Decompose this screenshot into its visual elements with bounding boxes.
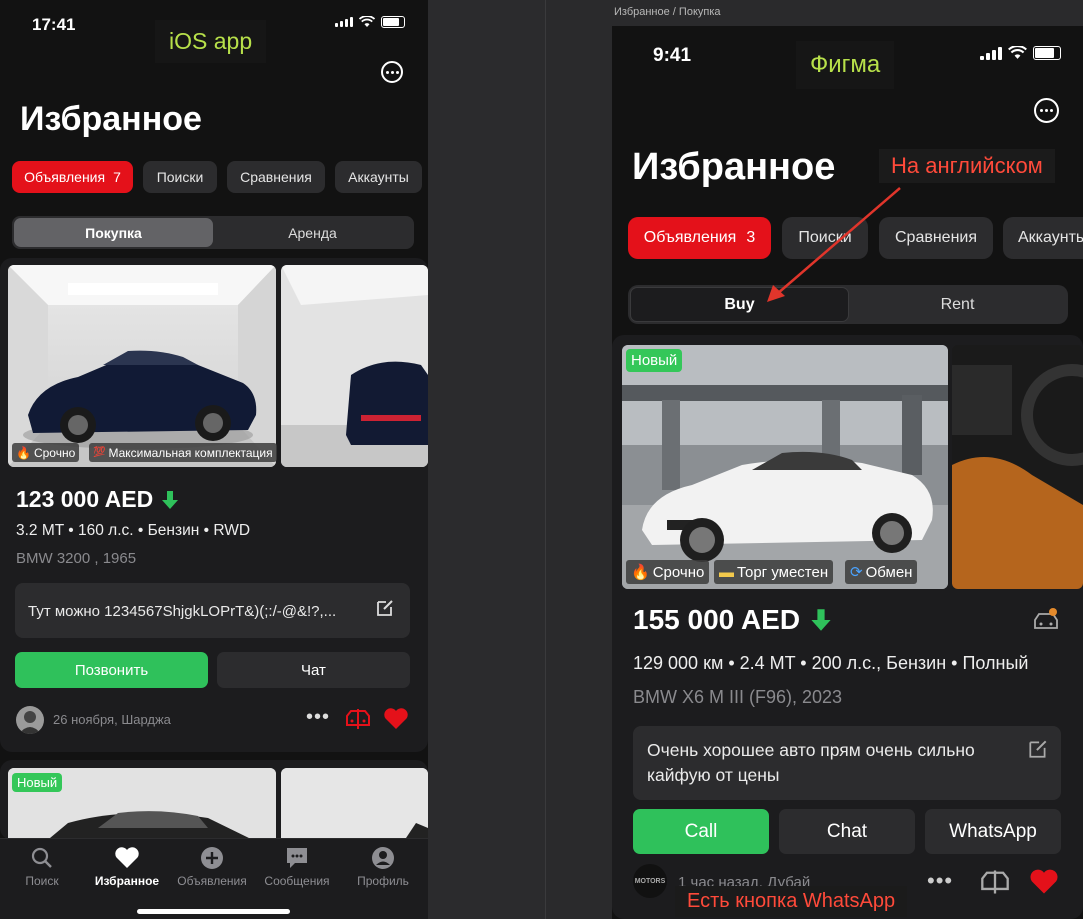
- car-model: BMW 3200 , 1965: [16, 550, 137, 567]
- car-check-icon[interactable]: [1032, 606, 1060, 632]
- chat-bubble-icon: [287, 848, 307, 868]
- avatar[interactable]: [16, 706, 44, 734]
- tab-listings[interactable]: Объявления 7: [12, 161, 133, 193]
- search-icon: [31, 847, 52, 868]
- page-title: Избранное: [20, 100, 202, 138]
- separator: [428, 0, 545, 919]
- price: 155 000 AED: [633, 604, 832, 636]
- hundred-icon: 💯: [93, 447, 106, 458]
- price-down-arrow-icon: [162, 490, 179, 509]
- call-button[interactable]: Позвонить: [15, 652, 208, 688]
- dealer-avatar[interactable]: MOTORS: [633, 864, 667, 898]
- home-indicator: [137, 909, 290, 914]
- fire-icon: 🔥: [631, 564, 650, 581]
- heart-icon[interactable]: [383, 707, 409, 731]
- badge-full-equipment: 💯 Максимальная комплектация: [89, 443, 277, 462]
- more-dots-button[interactable]: •••: [927, 868, 953, 894]
- note-box[interactable]: Тут можно 1234567ShjgkLOPrT&)(;:/-@&!?,.…: [15, 583, 410, 638]
- car-photo-2[interactable]: [952, 345, 1083, 589]
- badge-urgent: 🔥 Срочно: [12, 443, 80, 462]
- profile-icon: [372, 847, 394, 869]
- figma-breadcrumb: Избранное / Покупка: [614, 6, 721, 18]
- car-specs: 129 000 км • 2.4 MT • 200 л.с., Бензин •…: [633, 653, 1029, 673]
- exchange-icon: ⟳: [850, 564, 863, 581]
- badge-new: Новый: [626, 349, 683, 372]
- badge-new: Новый: [12, 773, 63, 792]
- price: 123 000 AED: [16, 486, 179, 513]
- car-specs: 3.2 MT • 160 л.с. • Бензин • RWD: [16, 522, 251, 539]
- tab-searches[interactable]: Поиски: [143, 161, 217, 193]
- chat-button[interactable]: Чат: [217, 652, 410, 688]
- car-model: BMW X6 M III (F96), 2023: [633, 687, 843, 707]
- tabbar-messages[interactable]: Сообщения: [262, 846, 332, 888]
- more-options-button[interactable]: [381, 61, 403, 83]
- ticket-icon: ▬: [719, 563, 734, 581]
- call-button[interactable]: Call: [633, 809, 769, 854]
- car-photo-2[interactable]: [281, 265, 428, 467]
- chat-button[interactable]: Chat: [779, 809, 915, 854]
- edit-icon[interactable]: [375, 598, 395, 618]
- annotation-whatsapp: Есть кнопка WhatsApp: [675, 886, 908, 917]
- tabbar-listings[interactable]: Объявления: [175, 846, 249, 888]
- badge-exchange: ⟳ Обмен: [845, 560, 918, 584]
- battery-icon: [381, 16, 405, 28]
- whatsapp-button[interactable]: WhatsApp: [925, 809, 1061, 854]
- segment-rent[interactable]: Аренда: [213, 218, 412, 247]
- tab-comparisons[interactable]: Сравнения: [227, 161, 325, 193]
- wifi-icon: [359, 16, 375, 27]
- compare-car-icon[interactable]: [345, 708, 371, 730]
- price-down-arrow-icon: [811, 609, 831, 631]
- tab-count: 7: [113, 169, 121, 185]
- note-text: Тут можно 1234567ShjgkLOPrT&)(;:/-@&!?,.…: [28, 603, 337, 620]
- status-time: 17:41: [32, 15, 76, 34]
- tab-label: Объявления: [24, 169, 106, 185]
- tab-accounts[interactable]: Аккаунты: [335, 161, 422, 193]
- screen-label: iOS app: [155, 20, 267, 63]
- note-box[interactable]: Очень хорошее авто прям очень сильно кай…: [633, 726, 1061, 800]
- tabbar-search[interactable]: Поиск: [19, 846, 65, 888]
- badge-negotiable: ▬ Торг уместен: [714, 560, 834, 584]
- tabbar-profile[interactable]: Профиль: [355, 846, 411, 888]
- edit-icon[interactable]: [1027, 738, 1049, 760]
- signal-icon: [335, 17, 353, 27]
- car-photo-4[interactable]: [281, 768, 428, 848]
- heart-icon: [115, 847, 139, 868]
- segment-buy[interactable]: Покупка: [14, 218, 213, 247]
- figma-screen: 9:41 Фигма Избранное На английском Объяв…: [612, 26, 1083, 919]
- note-text: Очень хорошее авто прям очень сильно кай…: [647, 740, 975, 785]
- ios-app-screen: 17:41 iOS app Избранное Объявления 7 Пои…: [0, 0, 428, 919]
- car-photo[interactable]: [8, 265, 276, 467]
- car-photo[interactable]: [622, 345, 948, 589]
- plus-circle-icon: [201, 847, 223, 869]
- more-dots-button[interactable]: •••: [306, 706, 330, 729]
- fire-icon: 🔥: [16, 445, 31, 460]
- tabbar-favorites[interactable]: Избранное: [90, 846, 164, 888]
- badge-urgent: 🔥 Срочно: [626, 560, 710, 584]
- status-icons: [335, 16, 405, 28]
- compare-car-icon[interactable]: [980, 869, 1010, 895]
- listing-meta: 26 ноября, Шарджа: [53, 712, 171, 727]
- segment-control: Покупка Аренда: [12, 216, 414, 249]
- separator-line: [545, 0, 546, 919]
- heart-icon[interactable]: [1029, 868, 1059, 896]
